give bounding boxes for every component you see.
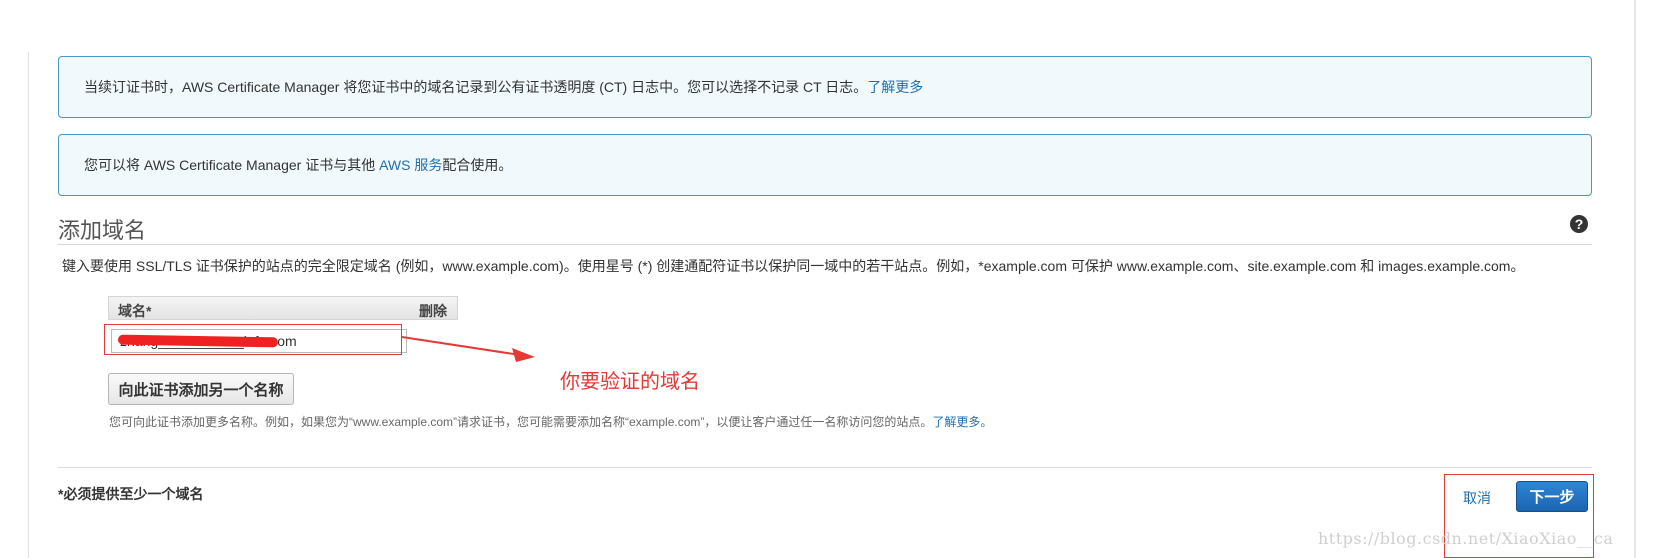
add-name-hint: 您可向此证书添加更多名称。例如，如果您为“www.example.com”请求证… xyxy=(109,413,992,430)
annotation-arrow xyxy=(401,336,535,362)
domain-column-header: 域名* xyxy=(118,303,152,319)
hint-learn-more-link[interactable]: 了解更多。 xyxy=(932,415,992,429)
ct-info-text: 当续订证书时，AWS Certificate Manager 将您证书中的域名记… xyxy=(84,79,868,95)
section-title: 添加域名 xyxy=(58,218,147,243)
footer-divider xyxy=(58,467,1592,468)
next-button[interactable]: 下一步 xyxy=(1516,481,1588,512)
left-border xyxy=(28,52,29,558)
help-icon[interactable]: ? xyxy=(1570,215,1588,233)
domain-table-header: 域名* 删除 xyxy=(108,296,458,320)
services-info-text: 您可以将 AWS Certificate Manager 证书与其他 xyxy=(84,157,380,173)
add-name-hint-text: 您可向此证书添加更多名称。例如，如果您为“www.example.com”请求证… xyxy=(109,415,933,429)
right-border xyxy=(1634,0,1636,558)
aws-services-link[interactable]: AWS 服务 xyxy=(379,155,442,175)
services-info-text-end: 配合使用。 xyxy=(442,157,513,173)
add-another-name-button[interactable]: 向此证书添加另一个名称 xyxy=(108,373,294,405)
delete-column-header: 删除 xyxy=(419,303,447,319)
watermark: https://blog.csdn.net/XiaoXiao__ca xyxy=(1318,529,1614,548)
section-description: 键入要使用 SSL/TLS 证书保护的站点的完全限定域名 (例如，www.exa… xyxy=(62,258,1525,274)
section-divider xyxy=(58,244,1592,245)
ct-learn-more-link[interactable]: 了解更多 xyxy=(867,77,923,97)
services-info-box: 您可以将 AWS Certificate Manager 证书与其他 AWS 服… xyxy=(58,134,1592,196)
required-note: *必须提供至少一个域名 xyxy=(58,486,204,502)
annotation-label: 你要验证的域名 xyxy=(560,371,700,393)
ct-info-box: 当续订证书时，AWS Certificate Manager 将您证书中的域名记… xyxy=(58,56,1592,118)
cancel-button[interactable]: 取消 xyxy=(1463,488,1491,508)
